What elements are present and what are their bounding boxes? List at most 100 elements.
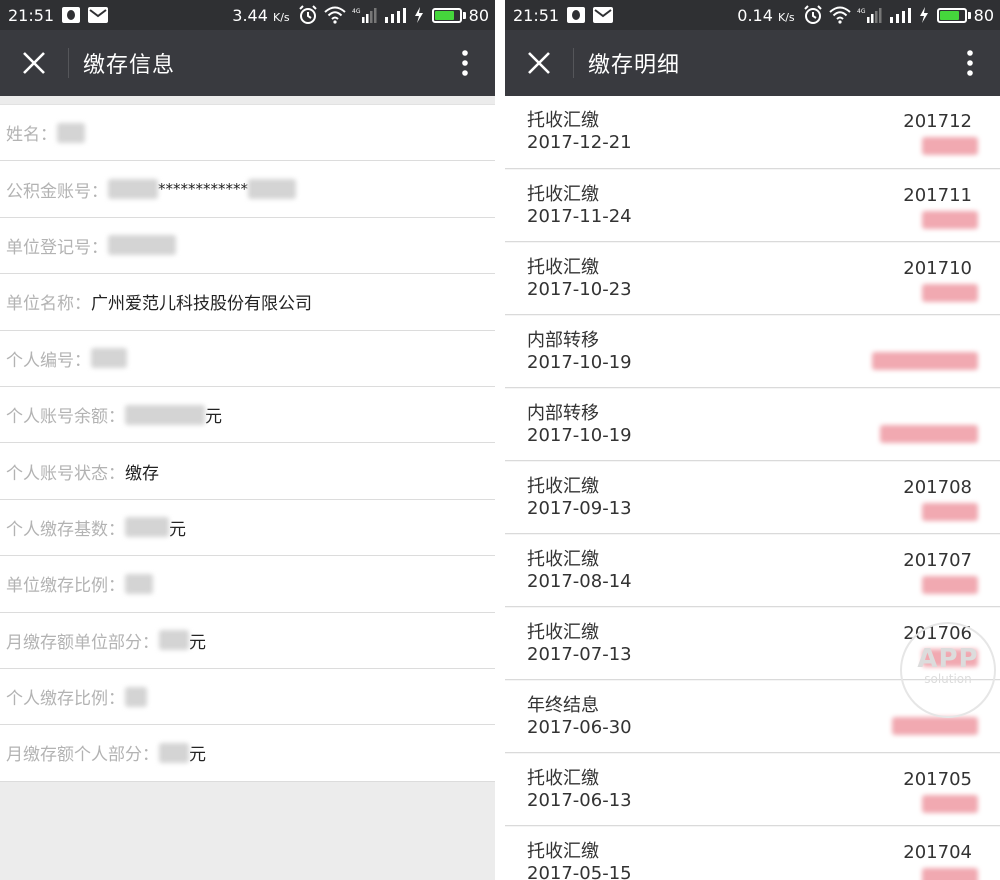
signal-icon <box>384 7 408 23</box>
list-item[interactable]: 托收汇缴 2017-05-15 201704 <box>505 826 1000 880</box>
app-bar: 缴存信息 <box>0 30 495 96</box>
network-speed: 3.44 K/s <box>232 5 290 25</box>
info-unit: 元 <box>205 407 222 428</box>
info-value: ************ <box>158 180 248 199</box>
charging-icon <box>919 7 929 23</box>
record-period: 201705 <box>903 769 972 790</box>
record-date: 2017-08-14 <box>527 571 632 592</box>
info-label: 月缴存额单位部分： <box>6 632 159 653</box>
info-label: 月缴存额个人部分： <box>6 745 159 766</box>
list-item[interactable]: 托收汇缴 2017-11-24 201711 <box>505 169 1000 242</box>
more-menu-button[interactable] <box>940 30 1000 96</box>
info-row-name: 姓名： <box>0 105 495 162</box>
redacted-amount <box>922 211 978 229</box>
close-icon <box>528 52 550 74</box>
info-row-unit-monthly: 月缴存额单位部分： 元 <box>0 613 495 669</box>
record-date: 2017-07-13 <box>527 644 632 665</box>
more-vert-icon <box>462 50 468 76</box>
status-bar: 21:51 3.44 K/s 4G 80 <box>0 0 495 30</box>
redacted-amount <box>922 649 978 667</box>
close-button[interactable] <box>0 30 68 96</box>
signal-icon: 4G <box>857 7 883 23</box>
list-item[interactable]: 内部转移 2017-10-19 <box>505 388 1000 461</box>
record-period: 201708 <box>903 477 972 498</box>
svg-text:4G: 4G <box>352 8 361 15</box>
info-row-balance: 个人账号余额： 元 <box>0 387 495 444</box>
record-type: 年终结息 <box>527 695 599 716</box>
redacted-value <box>125 573 153 594</box>
list-item[interactable]: 托收汇缴 2017-06-13 201705 <box>505 753 1000 826</box>
record-period: 201707 <box>903 550 972 571</box>
deposit-info-screen: 21:51 3.44 K/s 4G 80 缴存信息 姓名： 公积金账号： ***… <box>0 0 495 880</box>
info-unit: 元 <box>189 632 206 653</box>
redacted-value <box>125 404 205 425</box>
info-label: 姓名： <box>6 125 57 146</box>
svg-text:4G: 4G <box>857 8 866 15</box>
list-item[interactable]: 内部转移 2017-10-19 <box>505 315 1000 388</box>
more-vert-icon <box>967 50 973 76</box>
redacted-value <box>108 179 158 200</box>
list-item[interactable]: 托收汇缴 2017-10-23 201710 <box>505 242 1000 315</box>
redacted-value <box>248 179 296 200</box>
info-label: 个人缴存比例： <box>6 689 125 710</box>
status-bar: 21:51 0.14 K/s 4G 80 <box>505 0 1000 30</box>
list-item[interactable]: 托收汇缴 2017-12-21 201712 <box>505 96 1000 169</box>
record-period: 201711 <box>903 185 972 206</box>
more-menu-button[interactable] <box>435 30 495 96</box>
list-item[interactable]: 年终结息 2017-06-30 <box>505 680 1000 753</box>
alarm-icon <box>803 5 823 25</box>
info-value: 广州爱范儿科技股份有限公司 <box>91 294 312 315</box>
record-date: 2017-06-13 <box>527 790 632 811</box>
record-date: 2017-05-15 <box>527 863 632 880</box>
info-row-base: 个人缴存基数： 元 <box>0 500 495 557</box>
list-item[interactable]: 托收汇缴 2017-09-13 201708 <box>505 461 1000 534</box>
record-date: 2017-12-21 <box>527 132 632 153</box>
redacted-amount <box>880 425 978 443</box>
battery-icon: 80 <box>936 5 994 25</box>
info-row-status: 个人账号状态： 缴存 <box>0 443 495 500</box>
record-date: 2017-09-13 <box>527 498 632 519</box>
info-row-personal-monthly: 月缴存额个人部分： 元 <box>0 725 495 782</box>
info-value: 缴存 <box>125 463 159 484</box>
redacted-value <box>159 742 189 763</box>
info-unit: 元 <box>169 519 186 540</box>
battery-percent: 80 <box>468 5 489 25</box>
alarm-icon <box>298 5 318 25</box>
redacted-value <box>91 348 127 369</box>
list-item[interactable]: 托收汇缴 2017-08-14 201707 <box>505 534 1000 607</box>
redacted-value <box>125 686 147 707</box>
info-row-account: 公积金账号： ************ <box>0 161 495 218</box>
redacted-amount <box>922 576 978 594</box>
info-row-unit-ratio: 单位缴存比例： <box>0 556 495 613</box>
redacted-amount <box>922 284 978 302</box>
redacted-value <box>108 235 176 256</box>
battery-percent: 80 <box>973 5 994 25</box>
network-speed: 0.14 K/s <box>737 5 795 25</box>
record-date: 2017-11-24 <box>527 206 632 227</box>
signal-icon: 4G <box>352 7 378 23</box>
record-period: 201706 <box>903 623 972 644</box>
redacted-value <box>159 630 189 651</box>
list-item[interactable]: 托收汇缴 2017-07-13 201706 <box>505 607 1000 680</box>
app-bar-divider <box>68 48 69 78</box>
info-label: 单位名称： <box>6 294 91 315</box>
close-button[interactable] <box>505 30 573 96</box>
signal-icon <box>889 7 913 23</box>
redacted-value <box>57 122 85 143</box>
wifi-icon <box>828 6 851 24</box>
deposit-detail-list: 托收汇缴 2017-12-21 201712 托收汇缴 2017-11-24 2… <box>505 96 1000 880</box>
info-row-unit-reg: 单位登记号： <box>0 218 495 275</box>
redacted-amount <box>922 795 978 813</box>
redacted-value <box>125 517 169 538</box>
qq-icon <box>62 7 81 23</box>
redacted-amount <box>922 868 978 880</box>
redacted-amount <box>892 717 978 735</box>
info-label: 个人编号： <box>6 350 91 371</box>
redacted-amount <box>922 137 978 155</box>
battery-icon: 80 <box>431 5 489 25</box>
info-label: 个人缴存基数： <box>6 519 125 540</box>
mail-icon <box>593 7 614 23</box>
app-bar-divider <box>573 48 574 78</box>
deposit-info-list: 姓名： 公积金账号： ************ 单位登记号： 单位名称： 广州爱… <box>0 104 495 782</box>
charging-icon <box>414 7 424 23</box>
